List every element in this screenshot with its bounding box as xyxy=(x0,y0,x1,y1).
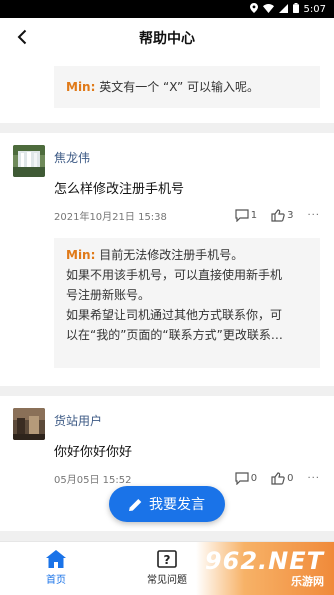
like-button[interactable]: 3 xyxy=(271,209,293,222)
comment-icon xyxy=(235,472,249,485)
reply-author: Min: xyxy=(66,248,96,262)
post-card[interactable]: 焦龙伟 怎么样修改注册手机号 2021年10月21日 15:38 1 3 ···… xyxy=(0,133,334,386)
tab-home[interactable]: 首页 xyxy=(26,550,86,586)
tab-faq[interactable]: ? 常见问题 xyxy=(137,550,197,586)
post-meta: 2021年10月21日 15:38 1 3 ··· xyxy=(54,208,320,223)
page-title: 帮助中心 xyxy=(139,31,195,47)
post-content: 怎么样修改注册手机号 xyxy=(54,182,185,197)
comment-count: 1 xyxy=(250,210,258,221)
avatar[interactable] xyxy=(13,145,45,177)
comment-icon xyxy=(235,209,249,222)
more-options-icon[interactable]: ··· xyxy=(307,210,320,221)
reply-box: Min: 英文有一个 “X” 可以输入呢。 xyxy=(54,66,320,108)
app-header: 帮助中心 xyxy=(0,18,334,56)
reply-line: 如果不用该手机号，可以直接使用新手机 xyxy=(66,268,283,282)
post-card-partial: Min: 英文有一个 “X” 可以输入呢。 xyxy=(0,56,334,123)
reply-line: 如果希望让司机通过其他方式联系你，可 xyxy=(66,308,283,322)
signal-icon xyxy=(278,3,288,16)
bottom-tab-bar: 首页 ? 常见问题 962.NET 乐游网 xyxy=(0,541,334,595)
post-date: 2021年10月21日 15:38 xyxy=(54,212,167,223)
like-button[interactable]: 0 xyxy=(271,472,293,485)
post-meta: 05月05日 15:52 0 0 ··· xyxy=(54,471,320,486)
username[interactable]: 货站用户 xyxy=(54,412,102,429)
location-icon xyxy=(249,3,258,16)
reply-author: Min: xyxy=(66,80,96,94)
avatar[interactable] xyxy=(13,408,45,440)
like-count: 3 xyxy=(287,210,294,221)
svg-text:?: ? xyxy=(164,553,171,567)
status-bar: 5:07 xyxy=(0,0,334,18)
battery-icon xyxy=(292,3,299,16)
clock-time: 5:07 xyxy=(303,4,326,15)
wifi-icon xyxy=(262,3,274,16)
comment-count: 0 xyxy=(250,473,258,484)
reply-text: 英文有一个 “X” 可以输入呢。 xyxy=(99,80,260,94)
pencil-icon xyxy=(129,498,142,511)
like-count: 0 xyxy=(287,473,294,484)
reply-line: 号注册新账号。 xyxy=(66,288,151,302)
post-message-button[interactable]: 我要发言 xyxy=(109,486,225,522)
comment-button[interactable]: 0 xyxy=(235,472,257,485)
fab-label: 我要发言 xyxy=(149,497,205,513)
thumbs-up-icon xyxy=(271,209,285,222)
reply-line: 目前无法修改注册手机号。 xyxy=(99,248,244,262)
more-options-icon[interactable]: ··· xyxy=(307,473,320,484)
post-date: 05月05日 15:52 xyxy=(54,475,132,486)
username[interactable]: 焦龙伟 xyxy=(54,149,90,166)
question-icon: ? xyxy=(157,550,177,568)
watermark-logo: 962.NET 乐游网 xyxy=(196,542,334,595)
reply-box: Min: 目前无法修改注册手机号。 如果不用该手机号，可以直接使用新手机 号注册… xyxy=(54,238,320,368)
reply-line: 以在“我的”页面的“联系方式”更改联系… xyxy=(66,328,283,342)
comment-button[interactable]: 1 xyxy=(235,209,257,222)
tab-label: 首页 xyxy=(46,575,66,586)
thumbs-up-icon xyxy=(271,472,285,485)
tab-label: 常见问题 xyxy=(147,575,187,586)
post-content: 你好你好你好 xyxy=(54,445,133,460)
home-icon xyxy=(46,550,66,568)
